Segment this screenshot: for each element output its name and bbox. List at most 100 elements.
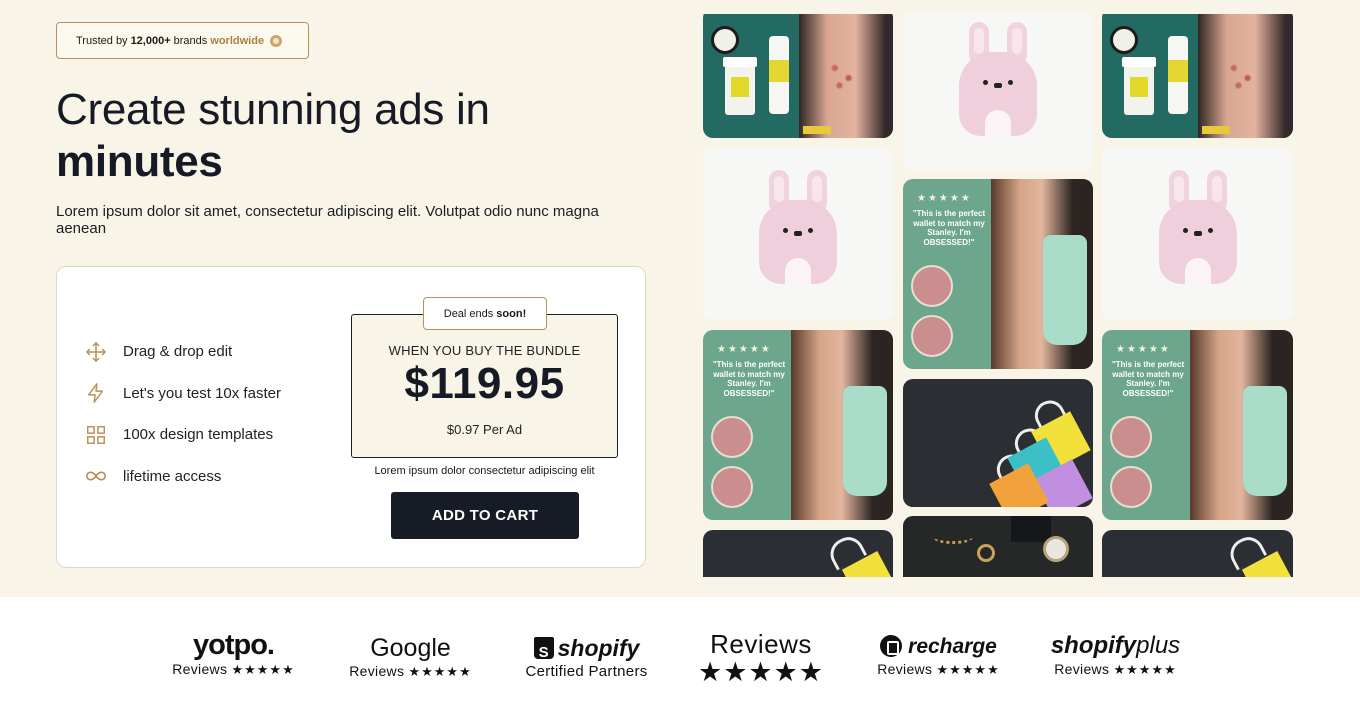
grid-icon — [85, 424, 107, 446]
yotpo-reviews: Reviews ★★★★★ — [165, 661, 302, 678]
shopify-plus-reviews: Reviews ★★★★★ — [1047, 661, 1184, 678]
review-quote: "This is the perfect wallet to match my … — [1111, 360, 1185, 398]
recharge-stars: ★★★★★ — [936, 662, 1000, 677]
feature-item: lifetime access — [85, 456, 281, 498]
tumbler-image — [1243, 386, 1287, 496]
shopify-wordmark: shopify — [518, 634, 655, 667]
google-sub: Reviews — [349, 663, 405, 679]
gallery-tile-bags[interactable] — [903, 379, 1093, 507]
infinity-icon — [85, 465, 107, 487]
hero-section: Trusted by 12,000+ brands worldwide Crea… — [0, 0, 1360, 597]
partner-logo-strip: yotpo. Reviews ★★★★★ Google Reviews ★★★★… — [0, 597, 1360, 703]
price-box: Deal ends soon! WHEN YOU BUY THE BUNDLE … — [351, 297, 618, 458]
ring-image — [977, 544, 995, 562]
skincare-bottle-image — [723, 57, 757, 115]
ad-gallery: ★★★★★ "This is the perfect wallet to mat… — [703, 14, 1293, 577]
review-stars: ★★★★★ — [917, 193, 972, 204]
review-quote: "This is the perfect wallet to match my … — [912, 209, 986, 247]
feature-item: Let's you test 10x faster — [85, 373, 281, 415]
review-stars: ★★★★★ — [717, 344, 772, 355]
logo-yotpo: yotpo. Reviews ★★★★★ — [165, 630, 302, 678]
logo-shopify-plus: shopifyplus Reviews ★★★★★ — [1047, 632, 1184, 678]
feature-item: 100x design templates — [85, 414, 281, 456]
bunny-toy-image — [1158, 170, 1237, 284]
before-tag — [1202, 126, 1230, 134]
offer-card: Drag & drop edit Let's you test 10x fast… — [56, 266, 646, 568]
gallery-tile-bags[interactable] — [1102, 530, 1293, 577]
wallet-thumbnail — [1110, 416, 1152, 458]
trust-accent: worldwide — [210, 34, 265, 47]
google-wordmark: Google — [370, 634, 451, 662]
gallery-tile-review[interactable]: ★★★★★ "This is the perfect wallet to mat… — [1102, 330, 1293, 520]
deal-prefix: Deal ends — [443, 307, 494, 320]
gallery-tile-review[interactable]: ★★★★★ "This is the perfect wallet to mat… — [903, 179, 1093, 369]
gallery-tile-bunny[interactable] — [1102, 148, 1293, 320]
watch-image — [1043, 536, 1069, 562]
gallery-tile-bunny[interactable] — [903, 14, 1093, 170]
box-image — [1011, 516, 1051, 542]
trust-prefix: Trusted by — [76, 34, 128, 47]
logo-recharge: recharge Reviews ★★★★★ — [870, 634, 1007, 678]
per-ad-price: $0.97 Per Ad — [446, 422, 523, 437]
recharge-wordmark: recharge — [870, 634, 1007, 660]
feature-label: 100x design templates — [123, 426, 274, 444]
skincare-dropper-icon — [711, 26, 739, 54]
gallery-tile-review[interactable]: ★★★★★ "This is the perfect wallet to mat… — [703, 330, 893, 520]
yotpo-sub: Reviews — [172, 661, 228, 677]
recharge-reviews: Reviews ★★★★★ — [870, 661, 1007, 678]
lightning-icon — [85, 382, 107, 404]
gallery-tile-jewelry[interactable] — [903, 516, 1093, 577]
feature-label: Drag & drop edit — [123, 343, 233, 361]
review-stars: ★★★★★ — [1116, 344, 1171, 355]
logo-reviews: Reviews ★★★★★ — [695, 630, 827, 686]
skincare-tube-image — [769, 36, 789, 114]
skincare-tube-image — [1168, 36, 1188, 114]
skincare-dropper-icon — [1110, 26, 1138, 54]
page-headline: Create stunning ads in minutes — [56, 84, 490, 188]
before-tag — [803, 126, 831, 134]
headline-line-2: minutes — [56, 137, 223, 186]
gallery-tile-bags[interactable] — [703, 530, 893, 577]
award-seal-icon — [270, 34, 283, 47]
feature-label: lifetime access — [123, 467, 222, 485]
before-face-image — [799, 14, 893, 138]
before-face-image — [1198, 14, 1293, 138]
trust-count: 12,000+ — [130, 34, 171, 47]
tumbler-image — [843, 386, 887, 496]
move-arrows-icon — [85, 341, 107, 363]
gallery-tile-skincare[interactable] — [1102, 14, 1293, 138]
deal-bold: soon! — [496, 307, 527, 320]
review-quote: "This is the perfect wallet to match my … — [712, 360, 786, 398]
yotpo-stars: ★★★★★ — [231, 662, 295, 677]
feature-list: Drag & drop edit Let's you test 10x fast… — [85, 331, 281, 497]
headline-line-1: Create stunning ads in — [56, 85, 490, 134]
shopify-plus-brand-b: plus — [1136, 632, 1181, 659]
trust-suffix: brands — [173, 34, 208, 47]
recharge-icon — [880, 635, 903, 657]
gallery-tile-skincare[interactable] — [703, 14, 893, 138]
reviews-stars: ★★★★★ — [697, 657, 825, 687]
skincare-bottle-image — [1122, 57, 1156, 115]
trust-badge: Trusted by 12,000+ brands worldwide — [56, 22, 309, 59]
necklace-image — [933, 530, 973, 544]
reviews-wordmark: Reviews — [710, 629, 812, 659]
deal-tag: Deal ends soon! — [423, 297, 547, 330]
add-to-cart-button[interactable]: ADD TO CART — [391, 492, 579, 539]
yotpo-wordmark: yotpo. — [193, 629, 275, 661]
shopify-plus-wordmark: shopifyplus — [1047, 632, 1184, 660]
wallet-thumbnail — [911, 315, 953, 357]
bunny-toy-image — [759, 170, 837, 284]
shopify-brand: shopify — [557, 635, 640, 661]
recharge-sub: Reviews — [877, 661, 933, 677]
wallet-thumbnail — [1110, 466, 1152, 508]
gallery-tile-bunny[interactable] — [703, 148, 893, 320]
logo-google: Google Reviews ★★★★★ — [343, 634, 478, 680]
price: $119.95 — [404, 359, 565, 408]
recharge-brand: recharge — [908, 635, 997, 658]
fine-print: Lorem ipsum dolor consectetur adipiscing… — [374, 465, 595, 477]
hero-subtext: Lorem ipsum dolor sit amet, consectetur … — [56, 203, 599, 237]
wallet-thumbnail — [711, 416, 753, 458]
feature-label: Let's you test 10x faster — [123, 384, 281, 402]
wallet-thumbnail — [711, 466, 753, 508]
shopify-plus-brand-a: shopify — [1050, 632, 1137, 659]
